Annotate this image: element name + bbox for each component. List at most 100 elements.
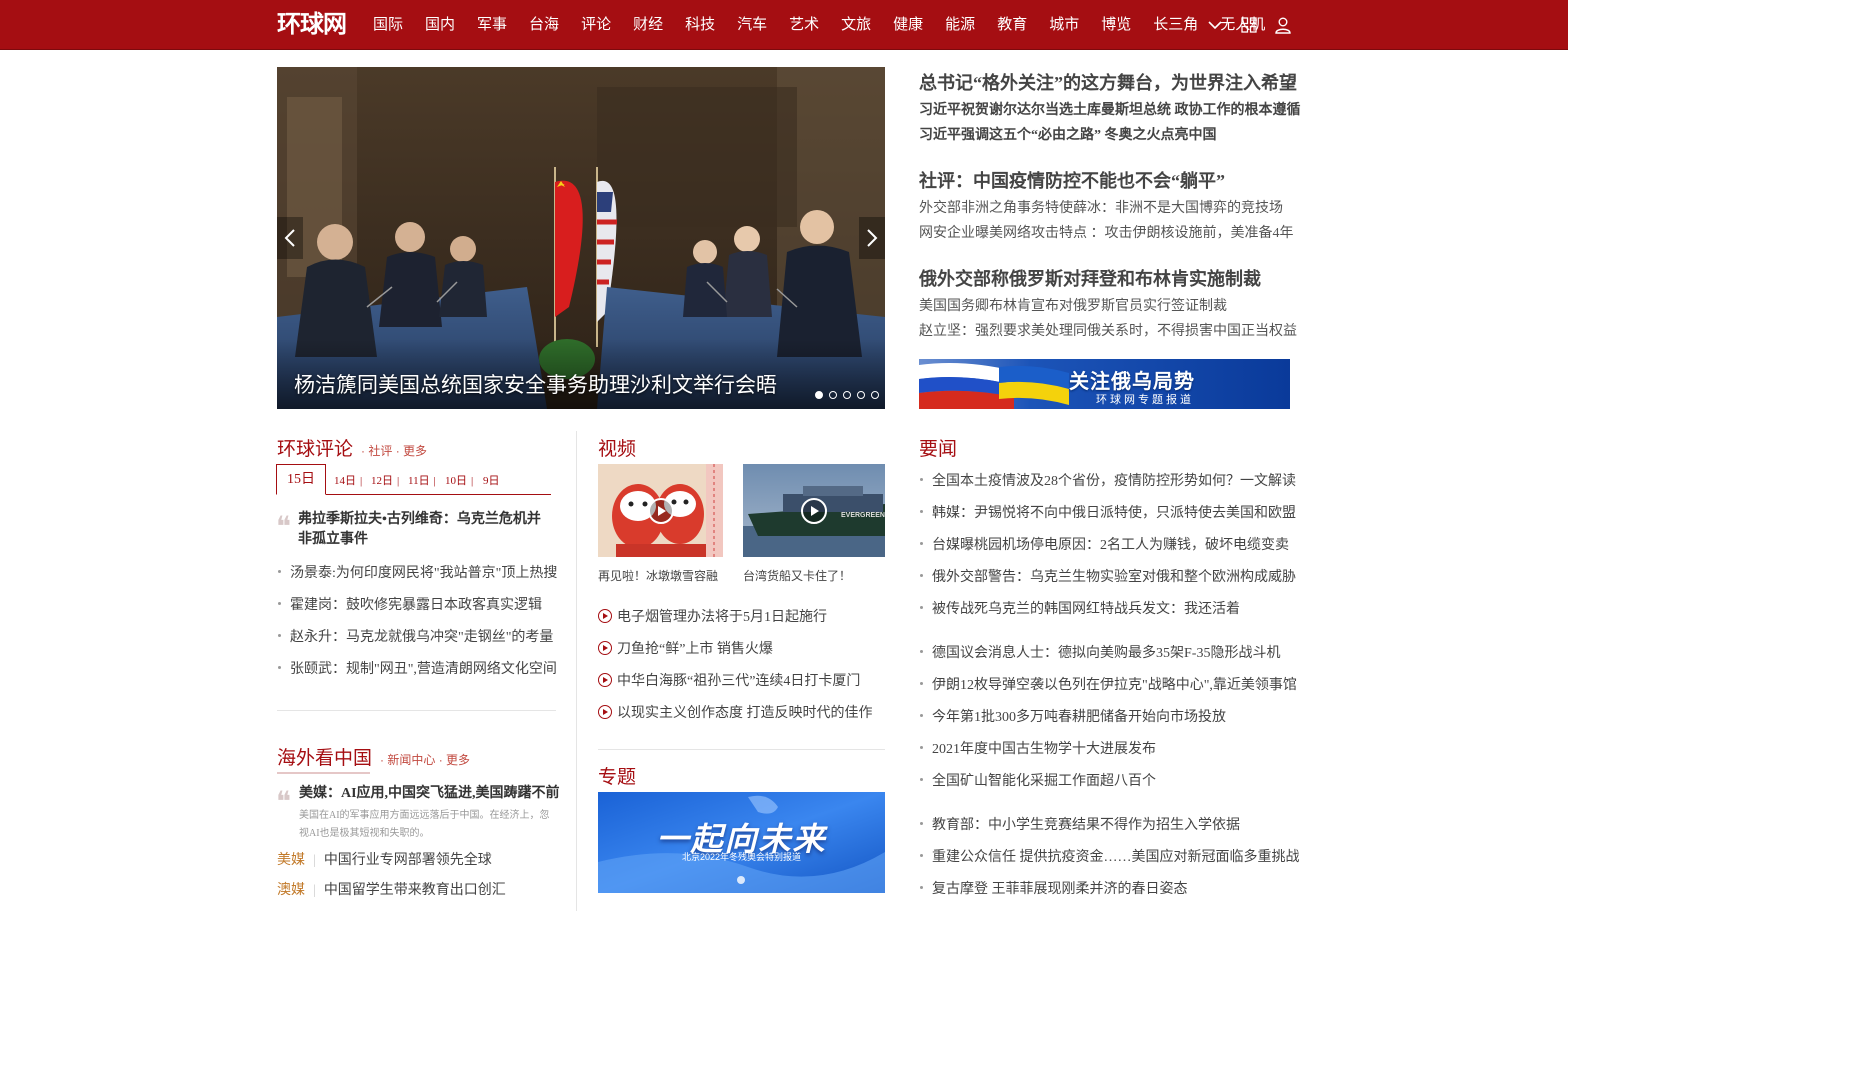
news-item[interactable]: 今年第1批300多万吨春耕肥储备开始向市场投放 [920,706,1226,726]
user-icon[interactable] [1273,14,1293,36]
video-thumbnail[interactable]: EVERGREEN [743,464,885,557]
date-tab[interactable]: 14日 | [334,472,362,488]
overseas-header: 海外看中国 · 新闻中心 · 更多 [277,743,470,770]
date-tab-active[interactable]: 15日 [276,464,326,495]
banner-subtitle: 环球网专题报道 [1096,394,1194,406]
section-title-video[interactable]: 视频 [598,434,636,461]
news-carousel[interactable]: 杨洁篪同美国总统国家安全事务助理沙利文举行会晤 [277,67,885,409]
date-tab[interactable]: 9日 [483,472,500,488]
nav-item-auto[interactable]: 汽车 [737,0,767,50]
topic-banner[interactable]: 一起向未来 北京2022年冬残奥会特别报道 [598,792,885,893]
headline-sub[interactable]: 外交部非洲之角事务特使薛冰：非洲不是大国博弈的竞技场 [919,196,1291,221]
date-tab[interactable]: 11日 | [408,472,436,488]
video-thumbnail[interactable] [598,464,723,557]
section-underline [277,772,370,774]
section-link[interactable]: · 新闻中心 · 更多 [380,753,470,767]
carousel-dot[interactable] [857,391,865,399]
commentary-item[interactable]: 霍建岗：鼓吹修宪暴露日本政客真实逻辑 [278,594,542,614]
chevron-down-icon[interactable] [1205,14,1225,36]
carousel-dot[interactable] [815,391,823,399]
nav-item-international[interactable]: 国际 [373,0,403,50]
site-logo[interactable]: 环球网 [277,10,349,40]
nav-item-tech[interactable]: 科技 [685,0,715,50]
headline-sub[interactable]: 习近平强调这五个“必由之路” 冬奥之火点亮中国 [919,123,1291,148]
carousel-next-button[interactable] [859,217,885,259]
headline-sub[interactable]: 美国国务卿布林肯宣布对俄罗斯官员实行签证制裁 [919,294,1291,319]
nav-item-health[interactable]: 健康 [893,0,923,50]
nav-item-city[interactable]: 城市 [1049,0,1079,50]
nav-item-art[interactable]: 艺术 [789,0,819,50]
quote-icon: ❝ [276,785,292,818]
news-item[interactable]: 全国矿山智能化采掘工作面超八百个 [920,770,1156,790]
date-tab[interactable]: 12日 | [371,472,399,488]
news-item[interactable]: 德国议会消息人士：德拟向美购最多35架F-35隐形战斗机 [919,642,1280,662]
headline-main[interactable]: 总书记“格外关注”的这方舞台，为世界注入希望 [919,70,1297,96]
section-title-overseas[interactable]: 海外看中国 [277,748,372,769]
commentary-item[interactable]: 赵永升：马克龙就俄乌冲突"走钢丝"的考量 [277,626,553,646]
video-link[interactable]: 电子烟管理办法将于5月1日起施行 [598,606,827,626]
news-item[interactable]: 重建公众信任 提供抗疫资金……美国应对新冠面临多重挑战 [920,846,1300,866]
news-item[interactable]: 伊朗12枚导弹空袭以色列在伊拉克"战略中心",靠近美领事馆 [920,674,1297,694]
headline-group: 俄外交部称俄罗斯对拜登和布林肯实施制裁 美国国务卿布林肯宣布对俄罗斯官员实行签证… [919,266,1297,344]
news-item[interactable]: 全国本土疫情波及28个省份，疫情防控形势如何？一文解读 [920,470,1296,490]
nav-item-energy[interactable]: 能源 [945,0,975,50]
carousel-dot[interactable] [871,391,879,399]
section-title-topic[interactable]: 专题 [598,762,636,789]
media-tag[interactable]: 澳媒 [277,883,305,898]
section-divider [277,710,556,711]
nav-item-travel[interactable]: 文旅 [841,0,871,50]
video-play-icon [598,609,612,623]
carousel-prev-button[interactable] [277,217,303,259]
news-item[interactable]: 被传战死乌克兰的韩国网红特战兵发文：我还活着 [920,598,1240,618]
nav-item-education[interactable]: 教育 [997,0,1027,50]
commentary-item[interactable]: 汤景泰:为何印度网民将"我站普京"顶上热搜 [277,562,557,582]
commentary-feature[interactable]: 弗拉季斯拉夫•古列维奇：乌克兰危机并非孤立事件 [298,510,553,550]
date-tab[interactable]: 10日 | [445,472,473,488]
news-item[interactable]: 台媒曝桃园机场停电原因：2名工人为赚钱，破坏电缆变卖 [920,534,1289,554]
media-tag[interactable]: 美媒 [277,853,305,868]
headline-sub[interactable]: 赵立坚：强烈要求美处理同俄关系时，不得损害中国正当权益 [919,319,1297,344]
headline-sub[interactable]: 网安企业曝美网络攻击特点 ：攻击伊朗核设施前，美准备4年 [919,221,1294,246]
link-more[interactable]: 更多 [446,753,470,767]
news-item[interactable]: 俄外交部警告：乌克兰生物实验室对俄和整个欧洲构成威胁 [920,566,1296,586]
nav-item-military[interactable]: 军事 [477,0,507,50]
video-link[interactable]: 刀鱼抢“鲜”上市 销售火爆 [598,638,773,658]
overseas-row[interactable]: 澳媒 | 中国留学生带来教育出口创汇 [277,879,506,899]
overseas-feature[interactable]: 美媒：AI应用,中国突飞猛进,美国踌躇不前 [299,784,560,804]
news-item[interactable]: 韩媒：尹锡悦将不向中俄日派特使，只派特使去美国和欧盟 [920,502,1296,522]
video-caption[interactable]: 台湾货船又卡住了！ [743,567,851,584]
carousel-caption[interactable]: 杨洁篪同美国总统国家安全事务助理沙利文举行会晤 [294,369,777,399]
link-editorial[interactable]: 社评 [368,444,392,458]
headline-main[interactable]: 俄外交部称俄罗斯对拜登和布林肯实施制裁 [919,266,1291,292]
nav-item-expo[interactable]: 博览 [1101,0,1131,50]
section-title-commentary[interactable]: 环球评论 [277,439,353,460]
nav-item-domestic[interactable]: 国内 [425,0,455,50]
carousel-dot[interactable] [843,391,851,399]
svg-text:EVERGREEN: EVERGREEN [841,512,885,519]
topic-banner-subtitle: 北京2022年冬残奥会特别报道 [681,852,802,862]
apps-grid-icon[interactable] [1239,14,1259,36]
video-caption[interactable]: 再见啦！冰墩墩雪容融 [598,567,718,584]
news-item[interactable]: 2021年度中国古生物学十大进展发布 [920,738,1156,758]
carousel-dots [815,391,879,399]
overseas-row[interactable]: 美媒 | 中国行业专网部署领先全球 [277,849,492,869]
overseas-row-text[interactable]: 中国留学生带来教育出口创汇 [324,883,506,898]
news-item[interactable]: 教育部：中小学生竞赛结果不得作为招生入学依据 [920,814,1240,834]
nav-item-opinion[interactable]: 评论 [581,0,611,50]
nav-item-finance[interactable]: 财经 [633,0,663,50]
video-link[interactable]: 以现实主义创作态度 打造反映时代的佳作 [598,702,873,722]
nav-item-taiwan[interactable]: 台海 [529,0,559,50]
section-title-news[interactable]: 要闻 [919,434,957,461]
link-news-center[interactable]: 新闻中心 [387,753,435,767]
news-item[interactable]: 复古摩登 王菲菲展现刚柔并济的春日姿态 [920,878,1188,898]
russia-ukraine-banner[interactable]: 关注俄乌局势 环球网专题报道 [919,359,1290,409]
carousel-dot[interactable] [829,391,837,399]
headline-main[interactable]: 社评：中国疫情防控不能也不会“躺平” [919,168,1291,194]
overseas-row-text[interactable]: 中国行业专网部署领先全球 [324,853,492,868]
link-more[interactable]: 更多 [403,444,427,458]
headline-sub[interactable]: 习近平祝贺谢尔达尔当选土库曼斯坦总统 政协工作的根本遵循 [919,98,1301,123]
nav-item-yangtze-delta[interactable]: 长三角 [1153,0,1198,50]
commentary-item[interactable]: 张颐武：规制"网丑",营造清朗网络文化空间 [278,658,557,678]
section-link[interactable]: · 社评 · 更多 [361,444,427,458]
video-link[interactable]: 中华白海豚“祖孙三代”连续4日打卡厦门 [598,670,860,690]
